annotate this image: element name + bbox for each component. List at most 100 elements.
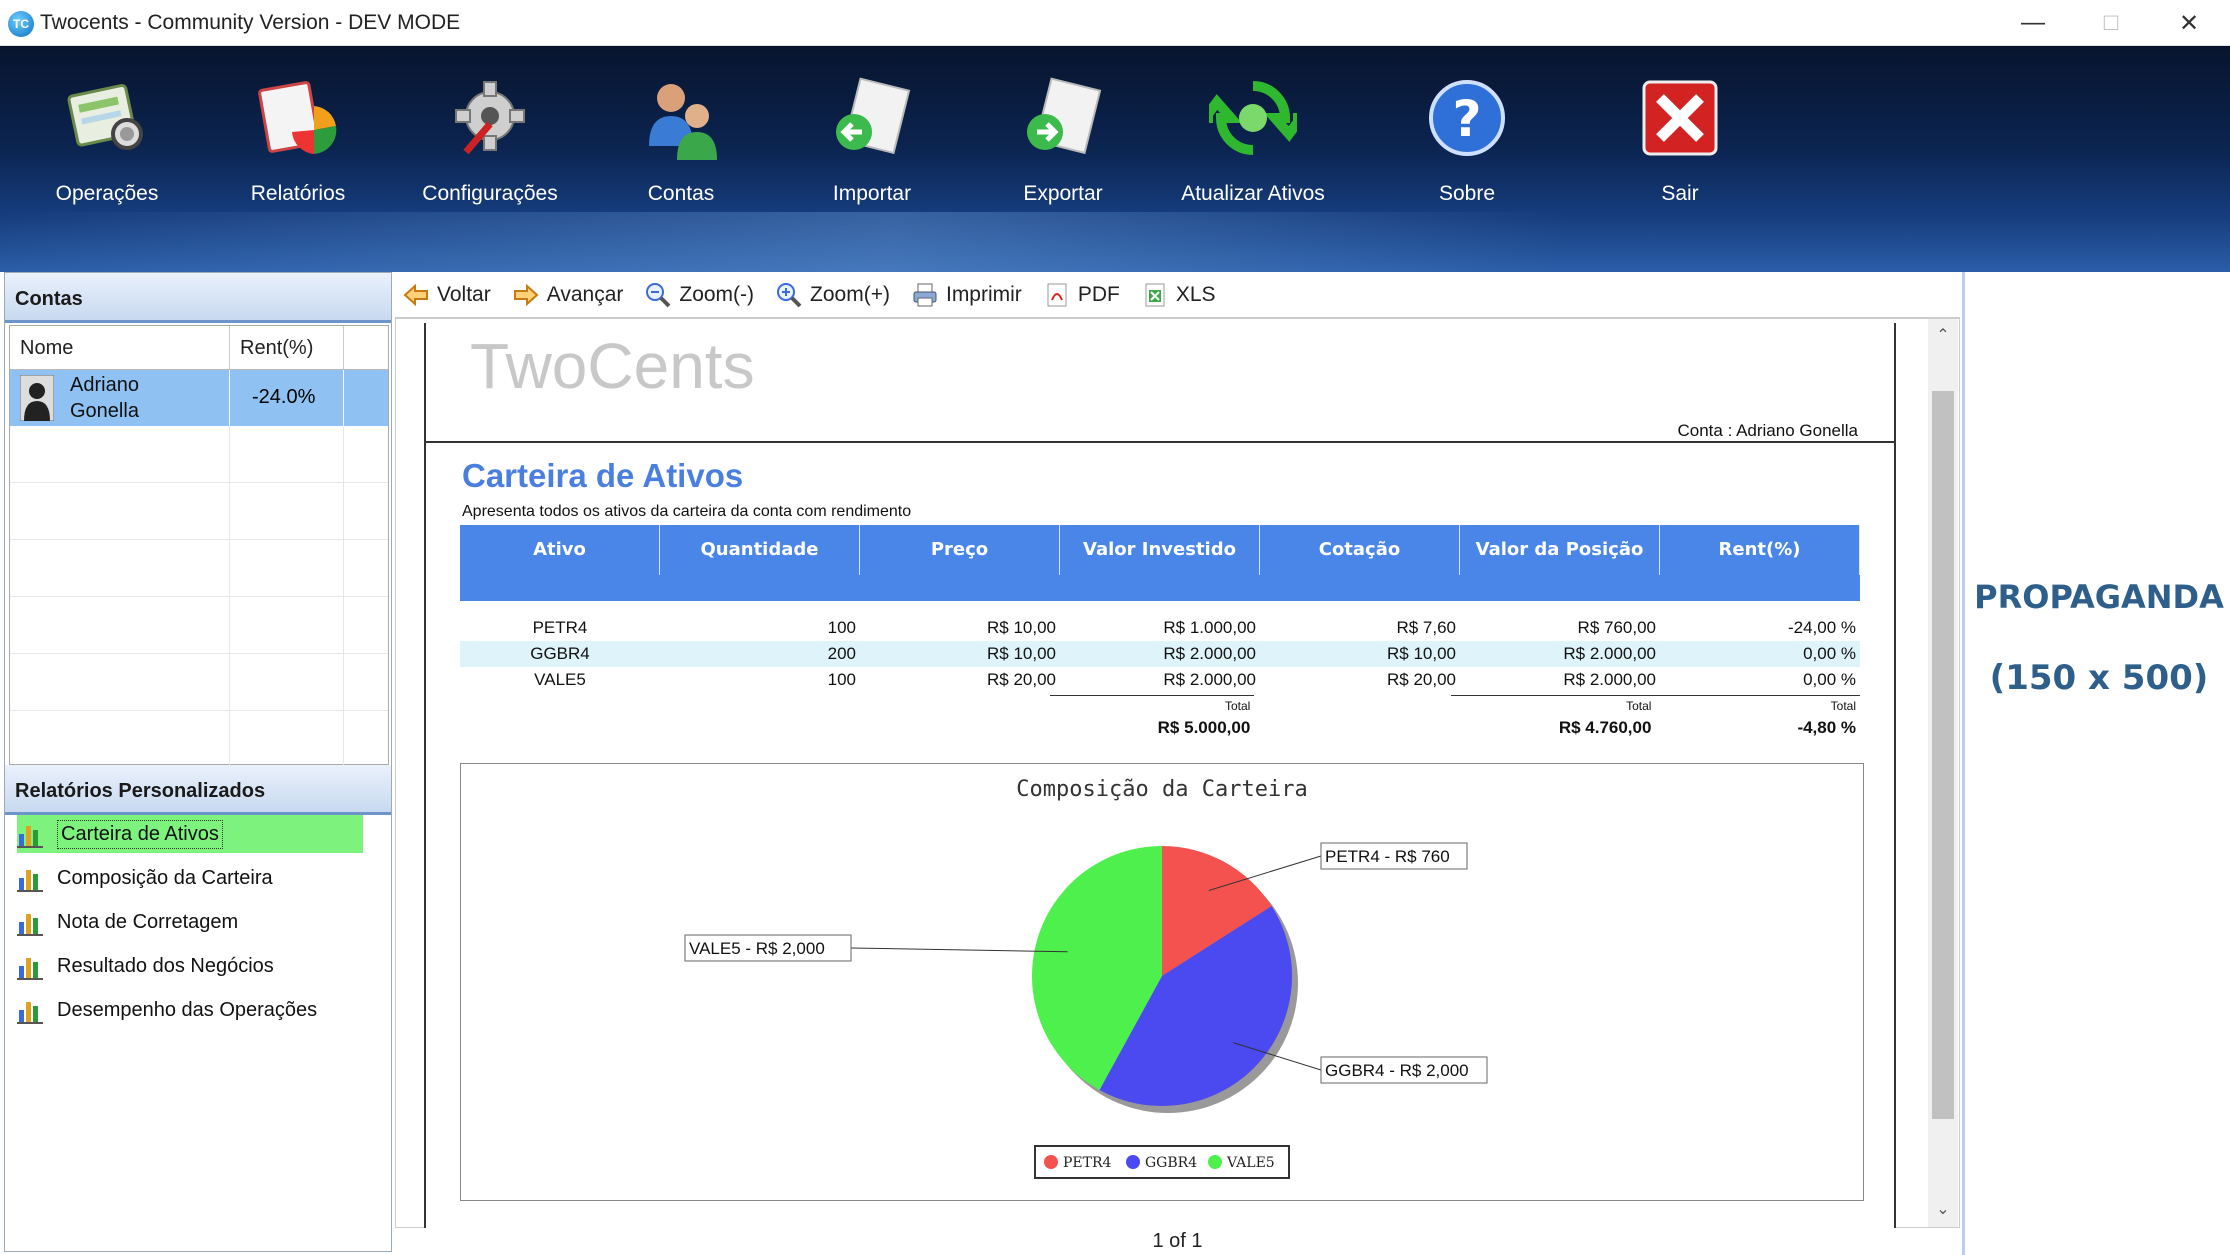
- cell: R$ 1.000,00: [1163, 618, 1256, 637]
- table-row: VALE5 100 R$ 20,00 R$ 2.000,00 R$ 20,00 …: [460, 667, 1860, 693]
- portfolio-table: Ativo Quantidade Preço Valor Investido C…: [460, 525, 1861, 740]
- cell: VALE5: [534, 670, 586, 689]
- close-window-button[interactable]: ✕: [2154, 0, 2224, 46]
- ribbon-operacoes-button[interactable]: Operações: [12, 76, 202, 256]
- imprimir-button[interactable]: Imprimir: [912, 282, 1022, 308]
- zoom-out-button[interactable]: Zoom(-): [645, 282, 754, 308]
- ribbon-relatorios-label: Relatórios: [250, 182, 346, 205]
- ribbon-sobre-label: Sobre: [1438, 182, 1496, 205]
- report-item-composicao[interactable]: Composição da Carteira: [17, 859, 273, 897]
- col-preco: Preço: [860, 525, 1060, 575]
- accounts-grid-header: Nome Rent(%): [10, 326, 388, 370]
- ribbon-configuracoes-button[interactable]: Configurações: [395, 76, 585, 256]
- avancar-button[interactable]: Avançar: [513, 282, 624, 308]
- cell: 0,00 %: [1803, 670, 1856, 689]
- ribbon-sobre-button[interactable]: ? Sobre: [1372, 76, 1562, 256]
- total-label: Total: [1450, 695, 1656, 716]
- maximize-button[interactable]: □: [2076, 0, 2146, 46]
- xls-button[interactable]: XLS: [1142, 282, 1216, 308]
- accounts-grid: Nome Rent(%) Adriano Gonella -24.0%: [9, 325, 389, 768]
- ribbon-sair-label: Sair: [1661, 182, 1699, 205]
- xls-icon: [1142, 282, 1168, 308]
- legend-label: GGBR4: [1145, 1155, 1197, 1171]
- voltar-button[interactable]: Voltar: [403, 282, 491, 308]
- report-item-desempenho[interactable]: Desempenho das Operações: [17, 991, 317, 1029]
- ad-panel: PROPAGANDA (150 x 500): [1962, 272, 2230, 1255]
- table-row: PETR4 100 R$ 10,00 R$ 1.000,00 R$ 7,60 R…: [460, 615, 1860, 641]
- report-item-nota[interactable]: Nota de Corretagem: [17, 903, 238, 941]
- scroll-down-icon[interactable]: ⌄: [1928, 1199, 1958, 1219]
- avancar-label: Avançar: [546, 282, 624, 306]
- cell: R$ 10,00: [1387, 644, 1456, 663]
- account-rent: -24.0%: [230, 370, 344, 426]
- cell: R$ 10,00: [987, 618, 1056, 637]
- page-indicator: 1 of 1: [1152, 1230, 1203, 1252]
- report-item-carteira[interactable]: Carteira de Ativos: [17, 815, 363, 853]
- ribbon-exportar-button[interactable]: Exportar: [968, 76, 1158, 256]
- report-item-resultado[interactable]: Resultado dos Negócios: [17, 947, 274, 985]
- report-item-label: Desempenho das Operações: [57, 998, 318, 1021]
- ribbon-sair-button[interactable]: Sair: [1585, 76, 1775, 256]
- report-item-label: Composição da Carteira: [57, 866, 273, 889]
- report-logo: TwoCents: [470, 330, 755, 402]
- cell: R$ 7,60: [1396, 618, 1456, 637]
- bar-chart-icon: [17, 908, 43, 936]
- xls-label: XLS: [1175, 282, 1216, 306]
- ad-size: (150 x 500): [1989, 658, 2209, 698]
- col-nome-header[interactable]: Nome: [10, 326, 230, 369]
- report-page: TwoCents Conta : Adriano Gonella Carteir…: [424, 323, 1896, 1228]
- ribbon-contas-button[interactable]: Contas: [586, 76, 776, 256]
- users-icon: [637, 76, 725, 164]
- bar-chart-icon: [17, 996, 43, 1024]
- ribbon-importar-button[interactable]: Importar: [777, 76, 967, 256]
- cell: PETR4: [532, 618, 588, 637]
- ribbon-importar-label: Importar: [832, 182, 912, 205]
- ribbon-contas-label: Contas: [647, 182, 715, 205]
- total-investido: R$ 5.000,00: [1157, 718, 1251, 737]
- cell: GGBR4: [530, 644, 590, 663]
- pdf-button[interactable]: PDF: [1044, 282, 1120, 308]
- col-ativo: Ativo: [460, 525, 660, 575]
- total-rent: -4,80 %: [1797, 718, 1857, 737]
- zoom-in-label: Zoom(+): [810, 282, 890, 306]
- report-title: Carteira de Ativos: [462, 457, 744, 494]
- minimize-button[interactable]: —: [1998, 0, 2068, 46]
- vertical-scrollbar[interactable]: ⌃ ⌄: [1928, 319, 1958, 1227]
- legend-label: PETR4: [1063, 1155, 1112, 1171]
- cell: -24,00 %: [1787, 618, 1856, 637]
- ribbon-atualizar-button[interactable]: Atualizar Ativos: [1158, 76, 1348, 256]
- pie-label: VALE5 - R$ 2,000: [689, 939, 825, 958]
- left-panel: Contas Nome Rent(%) Adriano Gonella -24.…: [4, 272, 392, 1252]
- printer-icon: [912, 282, 938, 308]
- report-toolbar: Voltar Avançar Zoom(-) Zoom(+) Imprimir …: [395, 272, 1960, 318]
- col-rent-header[interactable]: Rent(%): [230, 326, 344, 369]
- help-icon: ?: [1423, 76, 1511, 164]
- cell: R$ 10,00: [987, 644, 1056, 663]
- legend-marker: [1126, 1155, 1140, 1169]
- total-label: Total: [1655, 695, 1861, 716]
- svg-text:?: ?: [1452, 90, 1481, 148]
- arrow-right-icon: [513, 282, 539, 308]
- col-cotacao: Cotação: [1260, 525, 1460, 575]
- legend-label: VALE5: [1226, 1155, 1275, 1171]
- ribbon-atualizar-label: Atualizar Ativos: [1181, 182, 1325, 205]
- account-row[interactable]: Adriano Gonella -24.0%: [10, 370, 388, 426]
- zoom-in-button[interactable]: Zoom(+): [776, 282, 890, 308]
- report-item-label: Nota de Corretagem: [57, 910, 239, 933]
- arrow-left-icon: [403, 282, 429, 308]
- avatar: [19, 374, 55, 422]
- cell: R$ 2.000,00: [1163, 670, 1256, 689]
- contas-header: Contas: [5, 273, 391, 323]
- cell: 0,00 %: [1803, 644, 1856, 663]
- scroll-up-icon[interactable]: ⌃: [1928, 325, 1958, 345]
- scrollbar-thumb[interactable]: [1932, 391, 1954, 1119]
- report-subtitle: Apresenta todos os ativos da carteira da…: [462, 503, 912, 520]
- ribbon-exportar-label: Exportar: [1023, 182, 1103, 205]
- export-icon: [1019, 76, 1107, 164]
- pie-label: PETR4 - R$ 760: [1325, 847, 1450, 866]
- ribbon-relatorios-button[interactable]: Relatórios: [203, 76, 393, 256]
- cell: R$ 2.000,00: [1563, 644, 1656, 663]
- header-divider: [426, 441, 1894, 443]
- cell: R$ 2.000,00: [1163, 644, 1256, 663]
- gear-icon: [446, 76, 534, 164]
